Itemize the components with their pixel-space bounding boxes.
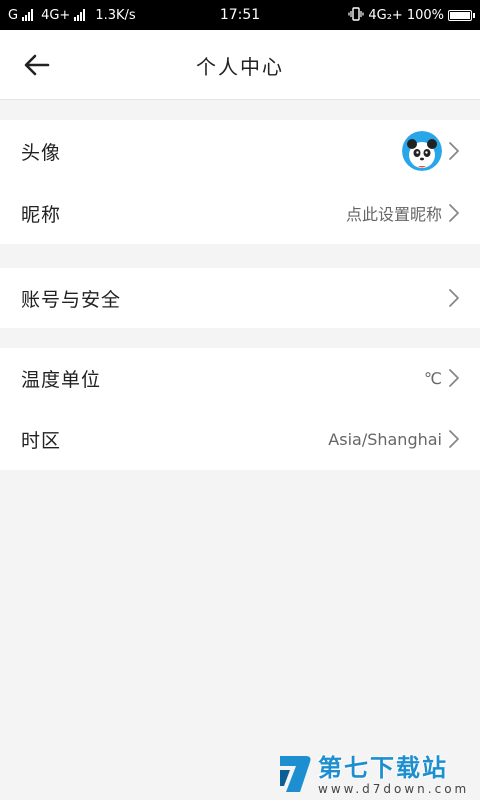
signal-icon [22,9,34,21]
chevron-right-icon [449,289,459,307]
row-label: 温度单位 [21,368,102,391]
network-label-2: 4G₂+ [368,7,403,23]
back-button[interactable] [14,44,60,86]
section-settings: 温度单位 ℃ 时区 Asia/Shanghai [0,348,480,470]
chevron-right-icon [449,430,459,448]
row-avatar[interactable]: 头像 [0,120,480,182]
row-temperature-unit[interactable]: 温度单位 ℃ [0,348,480,408]
status-bar: G 4G+ 1.3K/s 17:51 4G₂+ 100% [0,0,480,30]
status-left: G 4G+ 1.3K/s [8,0,136,30]
row-label: 昵称 [21,203,62,226]
network-speed: 1.3K/s [95,7,136,23]
row-label: 账号与安全 [21,288,122,311]
network-label: 4G+ [41,7,71,23]
app-header: 个人中心 [0,30,480,100]
chevron-right-icon [449,204,459,222]
page-title: 个人中心 [196,54,284,79]
watermark-logo-icon [280,756,311,792]
row-account-security[interactable]: 账号与安全 [0,268,480,328]
watermark-url: www.d7down.com [318,782,470,796]
row-nickname[interactable]: 昵称 点此设置昵称 [0,182,480,244]
signal-icon-2 [74,9,86,21]
section-account: 账号与安全 [0,268,480,328]
battery-icon [448,9,475,21]
watermark-title: 第七下载站 [318,754,448,782]
row-value: Asia/Shanghai [328,429,442,449]
row-timezone[interactable]: 时区 Asia/Shanghai [0,408,480,470]
chevron-right-icon [449,142,459,160]
row-value: 点此设置昵称 [345,205,442,224]
watermark: 第七下载站 www.d7down.com [276,746,472,796]
battery-percent: 100% [406,7,444,23]
arrow-left-icon [24,54,50,76]
avatar [402,131,442,171]
row-label: 时区 [21,429,62,452]
vibrate-icon [348,6,364,24]
row-label: 头像 [21,141,62,164]
carrier-label: G [8,7,19,23]
row-value: ℃ [424,368,442,388]
status-right: 4G₂+ 100% [348,0,475,30]
chevron-right-icon [449,369,459,387]
section-profile: 头像 昵称 点此设置昵称 [0,120,480,244]
